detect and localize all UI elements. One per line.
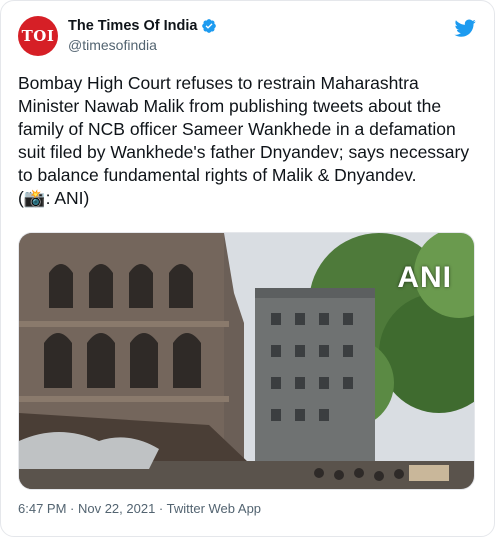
tweet-media-image[interactable]: ANI (18, 232, 475, 490)
tweet-card[interactable]: TOI The Times Of India @timesofindia Bom… (0, 0, 495, 537)
handle[interactable]: @timesofindia (68, 37, 217, 53)
display-name[interactable]: The Times Of India (68, 18, 197, 34)
twitter-bird-icon[interactable] (454, 17, 476, 39)
author-block[interactable]: The Times Of India @timesofindia (68, 18, 217, 53)
tweet-footer[interactable]: 6:47 PM · Nov 22, 2021 · Twitter Web App (18, 501, 261, 516)
avatar[interactable]: TOI (18, 16, 58, 56)
tweet-header: TOI The Times Of India @timesofindia (18, 15, 478, 59)
ani-watermark: ANI (397, 261, 452, 294)
tweet-text: Bombay High Court refuses to restrain Ma… (18, 73, 470, 208)
verified-badge-icon (202, 19, 217, 33)
